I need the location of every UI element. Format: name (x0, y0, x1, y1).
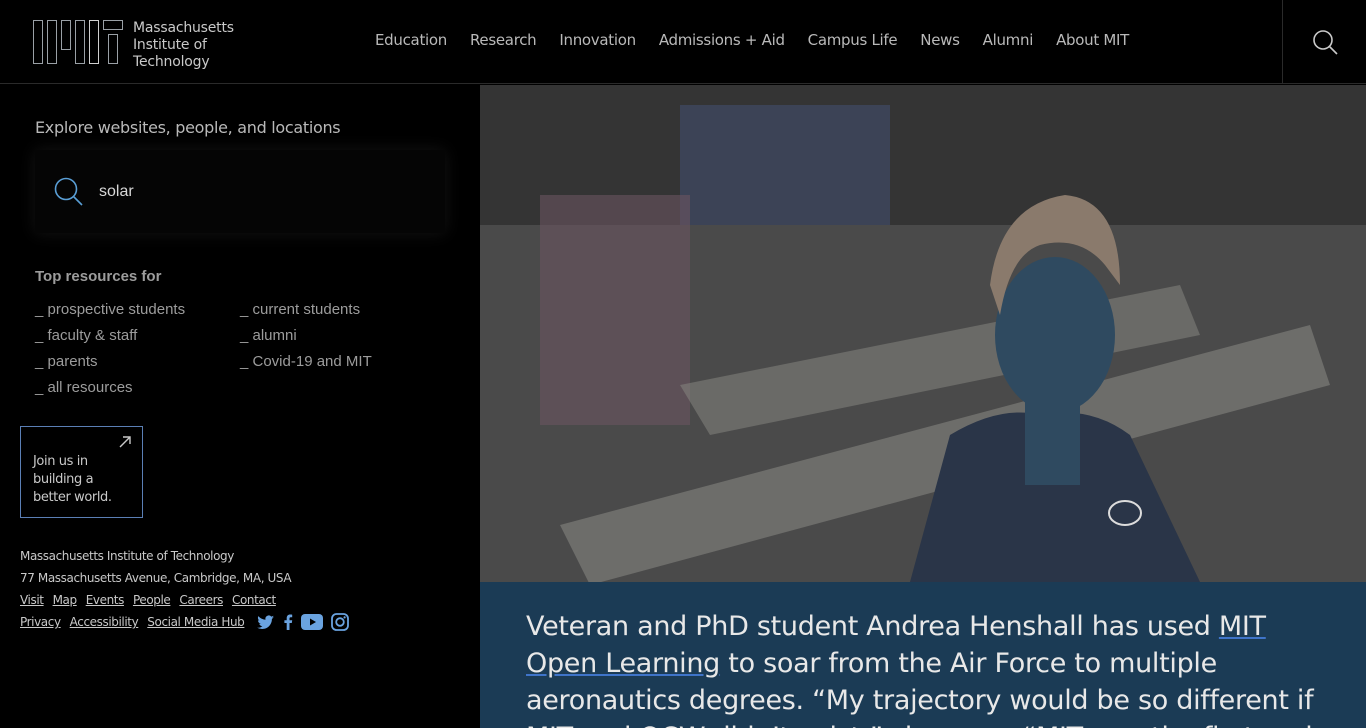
logo-line-1: Massachusetts (133, 20, 234, 36)
nav-campus-life[interactable]: Campus Life (808, 31, 898, 49)
resources-list: _ prospective students _ current student… (35, 300, 445, 398)
caption-text-1: Veteran and PhD student Andrea Henshall … (526, 611, 1219, 642)
youtube-icon[interactable] (301, 614, 324, 630)
social-links (257, 611, 350, 633)
join-line-2: building a (33, 472, 94, 487)
join-line-3: better world. (33, 490, 112, 505)
logo-line-2: Institute of (133, 37, 207, 53)
resource-parents[interactable]: _ parents (35, 352, 240, 372)
logo-line-3: Technology (133, 54, 210, 70)
footer-link-visit[interactable]: Visit (20, 589, 44, 611)
footer-address: 77 Massachusetts Avenue, Cambridge, MA, … (20, 571, 292, 585)
logo-wordmark: Massachusetts Institute of Technology (133, 20, 234, 71)
footer-link-events[interactable]: Events (86, 589, 125, 611)
footer-link-privacy[interactable]: Privacy (20, 611, 61, 633)
site-header: Massachusetts Institute of Technology Ed… (0, 0, 1366, 84)
nav-education[interactable]: Education (375, 31, 447, 49)
mit-logo-mark (33, 20, 123, 66)
resource-alumni[interactable]: _ alumni (240, 326, 445, 346)
nav-news[interactable]: News (920, 31, 960, 49)
header-search-button[interactable] (1282, 0, 1366, 84)
join-line-1: Join us in (33, 454, 88, 469)
resource-prospective-students[interactable]: _ prospective students (35, 300, 240, 320)
footer-link-accessibility[interactable]: Accessibility (70, 611, 139, 633)
footer-institute: Massachusetts Institute of Technology (20, 549, 234, 563)
resource-all-resources[interactable]: _ all resources (35, 378, 240, 398)
resource-faculty-staff[interactable]: _ faculty & staff (35, 326, 240, 346)
hero-image (480, 85, 1366, 582)
nav-admissions-aid[interactable]: Admissions + Aid (659, 31, 785, 49)
twitter-icon[interactable] (257, 615, 275, 630)
facebook-icon[interactable] (283, 614, 293, 630)
arrow-up-right-icon (119, 436, 131, 448)
search-input-value[interactable]: solar (99, 183, 134, 201)
footer-link-social-media-hub[interactable]: Social Media Hub (147, 611, 245, 633)
explore-label: Explore websites, people, and locations (35, 118, 341, 137)
nav-alumni[interactable]: Alumni (983, 31, 1034, 49)
hero-photo-illustration (480, 85, 1366, 582)
nav-about-mit[interactable]: About MIT (1056, 31, 1129, 49)
footer-link-careers[interactable]: Careers (179, 589, 223, 611)
search-input[interactable]: solar (35, 150, 445, 233)
join-us-card[interactable]: Join us in building a better world. (20, 426, 143, 518)
resource-current-students[interactable]: _ current students (240, 300, 445, 320)
search-icon (54, 177, 83, 206)
footer-link-people[interactable]: People (133, 589, 171, 611)
footer-links-row-2: Privacy Accessibility Social Media Hub (20, 611, 350, 633)
nav-research[interactable]: Research (470, 31, 537, 49)
hero-caption: Veteran and PhD student Andrea Henshall … (480, 582, 1366, 728)
nav-innovation[interactable]: Innovation (559, 31, 636, 49)
main-nav: Education Research Innovation Admissions… (375, 31, 1129, 49)
resource-covid-19[interactable]: _ Covid-19 and MIT (240, 352, 445, 372)
search-icon (1312, 30, 1338, 55)
mit-logo[interactable]: Massachusetts Institute of Technology (33, 20, 234, 70)
footer-links-row-1: Visit Map Events People Careers Contact (20, 589, 349, 611)
instagram-icon[interactable] (331, 613, 350, 631)
resources-title: Top resources for (35, 268, 162, 285)
footer-link-contact[interactable]: Contact (232, 589, 276, 611)
site-footer: Massachusetts Institute of Technology 77… (20, 545, 350, 633)
footer-link-map[interactable]: Map (53, 589, 78, 611)
